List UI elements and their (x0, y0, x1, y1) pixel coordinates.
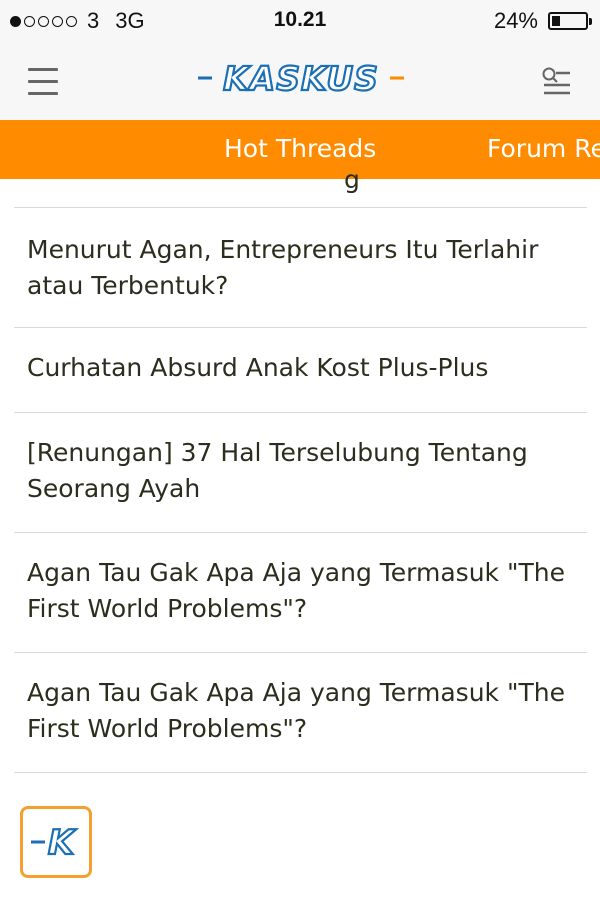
hamburger-menu-button[interactable] (28, 68, 58, 95)
thread-title: Agan Tau Gak Apa Aja yang Termasuk "The … (27, 558, 565, 623)
network-type: 3G (115, 8, 145, 33)
thread-title: [Renungan] 37 Hal Terselubung Tentang Se… (27, 438, 528, 503)
list-item[interactable]: [Renungan] 37 Hal Terselubung Tentang Se… (14, 413, 587, 533)
kaskus-logo[interactable]: KASKUS (196, 58, 406, 98)
list-item[interactable]: Agan Tau Gak Apa Aja yang Termasuk "The … (14, 653, 587, 773)
search-list-icon[interactable] (540, 66, 572, 96)
battery-group: 24% (493, 8, 592, 34)
category-tab-bar: Hot Threads Forum Re (0, 120, 600, 179)
tab-hot-threads[interactable]: Hot Threads (224, 134, 376, 163)
status-bar: 3 3G 10.21 24% (0, 0, 600, 40)
kaskus-k-icon: K (31, 822, 78, 864)
thread-title: Curhatan Absurd Anak Kost Plus-Plus (27, 353, 489, 382)
logo-text: KASKUS (223, 59, 379, 98)
app-header: KASKUS (0, 40, 600, 121)
thread-title: Agan Tau Gak Apa Aja yang Termasuk "The … (27, 678, 565, 743)
signal-group: 3 3G (10, 8, 145, 34)
svg-text:K: K (48, 823, 77, 863)
battery-percent: 24% (493, 8, 538, 33)
signal-strength-icon (10, 15, 77, 27)
carrier-name: 3 (87, 8, 100, 33)
battery-icon (548, 12, 592, 30)
tab-forum[interactable]: Forum Re (487, 134, 600, 163)
partial-text-descender: g (344, 165, 360, 194)
kaskus-home-button[interactable]: K (20, 806, 92, 878)
list-item[interactable]: Menurut Agan, Entrepreneurs Itu Terlahir… (14, 208, 587, 328)
list-item-partial[interactable]: g (14, 165, 587, 208)
thread-title: Menurut Agan, Entrepreneurs Itu Terlahir… (27, 235, 539, 300)
list-item[interactable]: Agan Tau Gak Apa Aja yang Termasuk "The … (14, 533, 587, 653)
list-item[interactable]: Curhatan Absurd Anak Kost Plus-Plus (14, 328, 587, 413)
